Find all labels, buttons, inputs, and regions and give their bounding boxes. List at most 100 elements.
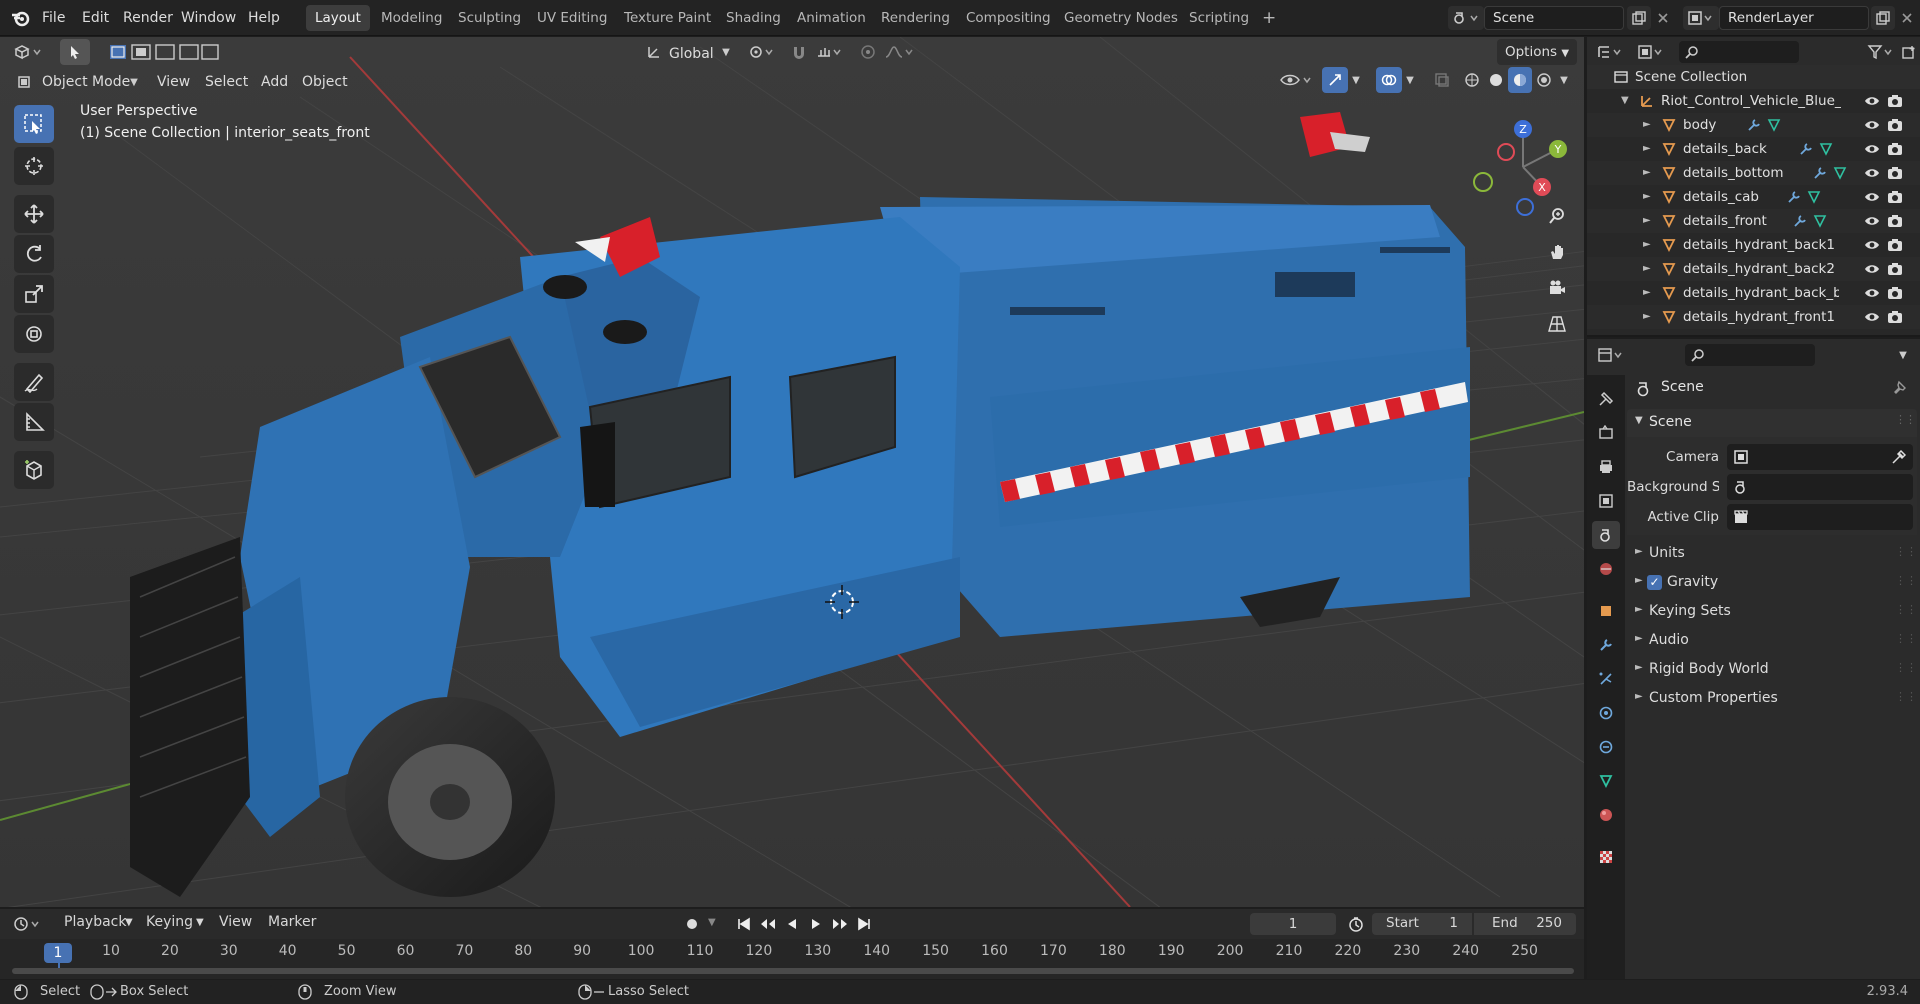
tab-view-layer[interactable] [1592, 487, 1620, 515]
view-layer-field[interactable]: RenderLayer [1719, 6, 1869, 30]
tab-texture[interactable] [1592, 843, 1620, 871]
outliner-object-row[interactable]: ► details_hydrant_back2 [1587, 257, 1920, 281]
end-frame-field[interactable]: End 250 [1474, 913, 1576, 935]
tab-physics[interactable] [1592, 699, 1620, 727]
scene-name-field[interactable]: Scene [1484, 6, 1624, 30]
material-preview-icon[interactable] [1508, 67, 1532, 93]
modifier-wrench-icon[interactable] [1799, 142, 1813, 156]
pan-hand-icon[interactable] [1542, 237, 1572, 267]
background-scene-field[interactable] [1727, 474, 1913, 500]
properties-editor-type-icon[interactable] [1593, 343, 1629, 367]
eye-icon[interactable] [1864, 285, 1880, 301]
scene-panel-header[interactable]: ▼ Scene ⋮⋮ [1627, 409, 1917, 437]
menu-file[interactable]: File [42, 0, 65, 36]
drag-handle-icon[interactable]: ⋮⋮ [1895, 574, 1917, 587]
timeline-view-menu[interactable]: View [219, 914, 252, 930]
eye-icon[interactable] [1864, 165, 1880, 181]
mesh-data-icon[interactable] [1807, 190, 1821, 204]
camera-render-icon[interactable] [1887, 141, 1903, 157]
eye-icon[interactable] [1864, 93, 1880, 109]
tab-constraints[interactable] [1592, 733, 1620, 761]
eye-icon[interactable] [1864, 237, 1880, 253]
camera-view-icon[interactable] [1542, 273, 1572, 303]
expand-chevron-icon[interactable]: ▼ [1621, 89, 1629, 113]
tab-geometry-nodes[interactable]: Geometry Nodes [1055, 5, 1187, 31]
measure-tool[interactable] [14, 403, 54, 441]
xray-toggle-icon[interactable] [1430, 67, 1454, 93]
camera-render-icon[interactable] [1887, 93, 1903, 109]
keying-sets-section[interactable]: ► Keying Sets ⋮⋮ [1627, 599, 1917, 625]
move-tool[interactable] [14, 195, 54, 233]
tab-tool[interactable] [1592, 385, 1620, 413]
modifier-wrench-icon[interactable] [1747, 118, 1761, 132]
view-menu[interactable]: View [157, 67, 190, 97]
drag-handle-icon[interactable]: ⋮⋮ [1895, 545, 1917, 558]
annotate-tool[interactable] [14, 363, 54, 401]
expand-chevron-icon[interactable]: ► [1643, 305, 1651, 329]
snap-target-icon[interactable] [812, 39, 848, 65]
object-menu[interactable]: Object [302, 67, 348, 97]
eye-icon[interactable] [1864, 213, 1880, 229]
keying-menu[interactable]: Keying [146, 914, 193, 930]
overlays-toggle-icon[interactable] [1376, 67, 1402, 93]
visibility-toggle-icon[interactable] [1276, 67, 1316, 93]
modifier-wrench-icon[interactable] [1813, 166, 1827, 180]
tab-uv-editing[interactable]: UV Editing [528, 5, 616, 31]
tab-texture-paint[interactable]: Texture Paint [615, 5, 720, 31]
marker-menu[interactable]: Marker [268, 914, 316, 930]
expand-chevron-icon[interactable]: ► [1643, 281, 1651, 305]
new-scene-icon[interactable] [1627, 6, 1651, 30]
new-collection-icon[interactable] [1899, 40, 1919, 64]
eye-icon[interactable] [1864, 141, 1880, 157]
snap-icon[interactable] [786, 39, 812, 65]
chevron-down-icon[interactable]: ▼ [1893, 343, 1913, 367]
expand-chevron-icon[interactable]: ► [1643, 257, 1651, 281]
add-menu[interactable]: Add [261, 67, 288, 97]
scale-tool[interactable] [14, 275, 54, 313]
tab-shading[interactable]: Shading [717, 5, 790, 31]
gizmo-toggle-icon[interactable] [1322, 67, 1348, 93]
auto-keying-icon[interactable] [680, 912, 704, 936]
proportional-editing-icon[interactable] [856, 39, 880, 65]
eye-icon[interactable] [1864, 117, 1880, 133]
drag-handle-icon[interactable]: ⋮⋮ [1895, 603, 1917, 616]
add-workspace-button[interactable]: + [1253, 5, 1285, 31]
wireframe-shading-icon[interactable] [1460, 67, 1484, 93]
mesh-data-icon[interactable] [1833, 166, 1847, 180]
chevron-down-icon[interactable]: ▼ [1556, 67, 1572, 93]
perspective-toggle-icon[interactable] [1542, 309, 1572, 339]
expand-chevron-icon[interactable]: ► [1643, 113, 1651, 137]
chevron-down-icon[interactable]: ▼ [1402, 67, 1418, 93]
stopwatch-icon[interactable] [1344, 912, 1368, 936]
drag-handle-icon[interactable]: ⋮⋮ [1895, 690, 1917, 703]
close-scene-icon[interactable] [1652, 6, 1674, 30]
timeline-editor-type-icon[interactable] [8, 912, 48, 936]
mesh-data-icon[interactable] [1813, 214, 1827, 228]
pivot-point-icon[interactable] [744, 39, 780, 65]
cursor-tool[interactable] [14, 147, 54, 185]
rotate-tool[interactable] [14, 235, 54, 273]
tab-layout[interactable]: Layout [306, 5, 370, 31]
tab-data[interactable] [1592, 767, 1620, 795]
play-icon[interactable] [804, 912, 828, 936]
eye-icon[interactable] [1864, 189, 1880, 205]
scene-collection-row[interactable]: Scene Collection [1587, 65, 1920, 89]
select-box-tool[interactable] [14, 105, 54, 143]
add-cube-tool[interactable] [14, 451, 54, 489]
modifier-wrench-icon[interactable] [1793, 214, 1807, 228]
expand-chevron-icon[interactable]: ► [1643, 185, 1651, 209]
outliner-object-row[interactable]: ► details_bottom [1587, 161, 1920, 185]
outliner-search-input[interactable] [1679, 41, 1799, 63]
options-button[interactable]: Options ▼ [1497, 39, 1577, 65]
jump-start-icon[interactable] [732, 912, 756, 936]
tab-scene[interactable] [1592, 521, 1620, 549]
eyedropper-icon[interactable] [1891, 449, 1907, 465]
menu-edit[interactable]: Edit [82, 0, 109, 36]
eye-icon[interactable] [1864, 261, 1880, 277]
filter-icon[interactable] [1863, 40, 1899, 64]
tab-modeling[interactable]: Modeling [372, 5, 451, 31]
close-view-layer-icon[interactable] [1896, 6, 1918, 30]
zoom-icon[interactable] [1542, 201, 1572, 231]
modifier-wrench-icon[interactable] [1787, 190, 1801, 204]
outliner-object-row[interactable]: ► details_cab [1587, 185, 1920, 209]
